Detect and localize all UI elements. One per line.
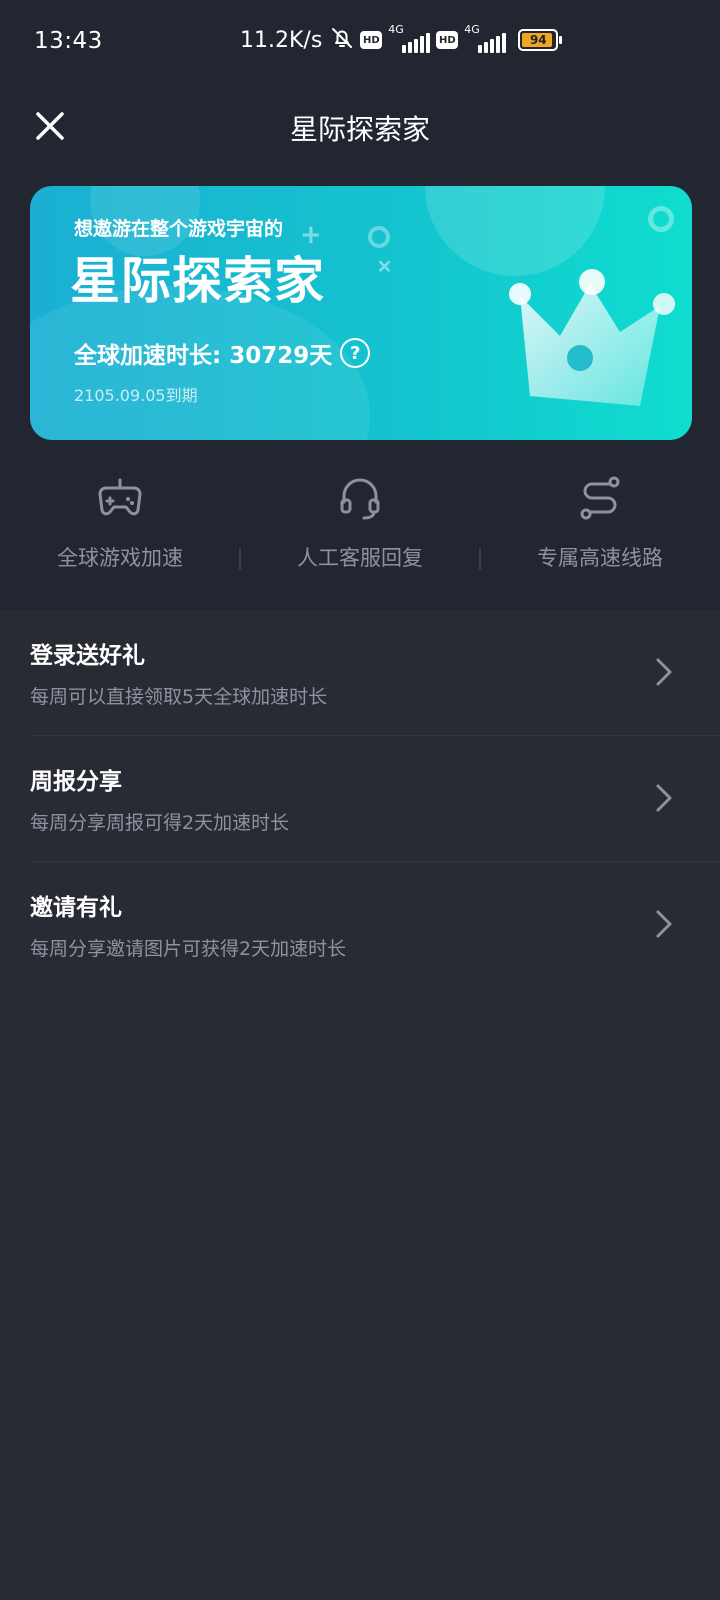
membership-banner: + + 想遨游在整个游戏宇宙的 星际探索家 全球加速时长: 30729天 ? 2… <box>30 186 692 440</box>
item-description: 每周分享邀请图片可获得2天加速时长 <box>30 938 347 960</box>
signal-icon-2: 4G <box>464 23 507 53</box>
chevron-right-icon <box>656 910 672 938</box>
status-time: 13:43 <box>34 28 103 54</box>
headset-icon <box>340 478 380 520</box>
feature-label: 专属高速线路 <box>537 546 663 570</box>
duration-text: 全球加速时长: 30729天 <box>74 343 333 369</box>
feature-customer-service: 人工客服回复 <box>240 470 480 590</box>
route-icon <box>580 476 620 520</box>
feature-row: 全球游戏加速 人工客服回复 专属高速线路 <box>0 470 720 590</box>
signal-icon: 4G <box>388 23 431 53</box>
help-icon[interactable]: ? <box>340 338 371 368</box>
list-item-login-gift[interactable]: 登录送好礼 每周可以直接领取5天全球加速时长 <box>0 610 720 734</box>
header: 星际探索家 <box>0 96 720 156</box>
network-speed: 11.2K/s <box>240 27 323 53</box>
decor-plus-icon: + <box>368 251 400 282</box>
feature-label: 人工客服回复 <box>297 546 423 570</box>
hd-badge-2: HD <box>436 31 459 49</box>
hd-badge: HD <box>360 31 383 49</box>
battery-level: 94 <box>529 33 547 47</box>
gamepad-icon <box>98 478 142 516</box>
expire-date: 2105.09.05到期 <box>74 386 198 405</box>
status-bar: 13:43 11.2K/s HD 4G HD 4G 94 <box>0 0 720 88</box>
list-item-weekly-report[interactable]: 周报分享 每周分享周报可得2天加速时长 <box>0 736 720 860</box>
decor-ring-icon <box>368 226 390 248</box>
list-item-invite-gift[interactable]: 邀请有礼 每周分享邀请图片可获得2天加速时长 <box>0 862 720 986</box>
feature-global-game: 全球游戏加速 <box>0 470 240 590</box>
item-title: 登录送好礼 <box>30 643 145 669</box>
reward-list: 登录送好礼 每周可以直接领取5天全球加速时长 周报分享 每周分享周报可得2天加速… <box>0 610 720 1600</box>
item-description: 每周可以直接领取5天全球加速时长 <box>30 686 328 708</box>
banner-subtitle: 想遨游在整个游戏宇宙的 <box>74 218 284 240</box>
item-description: 每周分享周报可得2天加速时长 <box>30 812 290 834</box>
crown-icon <box>509 269 675 406</box>
battery-icon: 94 <box>518 29 563 51</box>
acceleration-duration: 全球加速时长: 30729天 ? <box>74 336 371 370</box>
feature-dedicated-route: 专属高速线路 <box>480 470 720 590</box>
page-title: 星际探索家 <box>289 113 430 146</box>
feature-label: 全球游戏加速 <box>57 546 183 570</box>
item-title: 周报分享 <box>30 769 122 795</box>
chevron-right-icon <box>656 784 672 812</box>
item-title: 邀请有礼 <box>30 895 122 921</box>
decor-ring-icon <box>648 206 674 232</box>
chevron-right-icon <box>656 658 672 686</box>
mute-bell-icon <box>330 26 354 54</box>
status-indicators: 11.2K/s HD 4G HD 4G 94 <box>240 23 563 54</box>
banner-title: 星际探索家 <box>70 252 325 310</box>
